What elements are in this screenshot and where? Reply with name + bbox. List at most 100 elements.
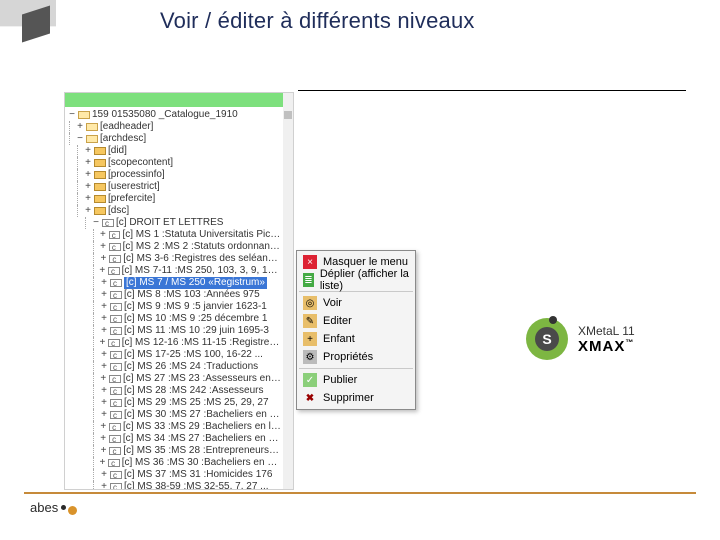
expand-glyph-icon[interactable]: +	[99, 481, 109, 490]
expand-glyph-icon[interactable]: −	[67, 109, 77, 121]
tree-row[interactable]: +[c] MS 3-6 :Registres des seléances	[67, 253, 281, 265]
expand-glyph-icon[interactable]: −	[91, 217, 101, 229]
tree-label: 159 01535080 _Catalogue_1910	[92, 109, 238, 121]
tree-row[interactable]: +[c] MS 8 :MS 103 :Années 975	[67, 289, 281, 301]
c-icon	[109, 423, 121, 431]
expand-glyph-icon[interactable]: +	[99, 397, 109, 409]
expand-glyph-icon[interactable]: +	[99, 469, 109, 481]
expand-glyph-icon[interactable]: +	[99, 301, 109, 313]
tree-row[interactable]: + [eadheader]	[67, 121, 281, 133]
tree-label: [c] MS 2 :MS 2 :Statuts ordonnances	[123, 241, 281, 253]
tree-scrollbar[interactable]	[283, 93, 293, 489]
tree-row[interactable]: +[c] MS 34 :MS 27 :Bacheliers en éco	[67, 433, 281, 445]
expand-glyph-icon[interactable]: +	[98, 457, 108, 469]
folder-icon	[94, 207, 106, 215]
expand-glyph-icon[interactable]: +	[99, 409, 109, 421]
menu-item-props[interactable]: ⚙Propriétés	[299, 348, 413, 366]
expand-glyph-icon[interactable]: +	[83, 205, 93, 217]
c-icon	[110, 327, 122, 335]
expand-glyph-icon[interactable]: +	[98, 433, 108, 445]
menu-item-tree[interactable]: ≣Déplier (afficher la liste)	[299, 271, 413, 289]
menu-item-publish[interactable]: ✓Publier	[299, 371, 413, 389]
menu-label: Masquer le menu	[323, 256, 408, 268]
tree-row[interactable]: +[c] MS 28 :MS 242 :Assesseurs	[67, 385, 281, 397]
tree-row[interactable]: +[c] MS 11 :MS 10 :29 juin 1695-3	[67, 325, 281, 337]
tree-row[interactable]: +[did]	[67, 145, 281, 157]
menu-item-pencil[interactable]: ✎Editer	[299, 312, 413, 330]
tree-row[interactable]: +[c] MS 10 :MS 9 :25 décembre 1	[67, 313, 281, 325]
tree-row[interactable]: +[dsc]	[67, 205, 281, 217]
expand-glyph-icon[interactable]: +	[99, 313, 109, 325]
c-icon	[109, 375, 121, 383]
expand-glyph-icon[interactable]: +	[83, 145, 93, 157]
props-icon: ⚙	[303, 350, 317, 364]
expand-glyph-icon[interactable]: +	[99, 361, 109, 373]
c-icon	[110, 315, 122, 323]
tree-row[interactable]: +[c] MS 30 :MS 27 :Bacheliers en Th	[67, 409, 281, 421]
c-icon	[110, 483, 122, 490]
tree-row[interactable]: +[c] MS 37 :MS 31 :Homicides 176	[67, 469, 281, 481]
tree-row[interactable]: +[c] MS 35 :MS 28 :Entrepreneurs de	[67, 445, 281, 457]
tree-row[interactable]: +[c] MS 7-11 :MS 250, 103, 3, 9, 10 Liv	[67, 265, 281, 277]
tree-row[interactable]: +[userestrict]	[67, 181, 281, 193]
context-menu[interactable]: ×Masquer le menu≣Déplier (afficher la li…	[296, 250, 416, 410]
folder-icon	[94, 183, 106, 191]
expand-glyph-icon[interactable]: +	[98, 229, 108, 241]
expand-glyph-icon[interactable]: +	[99, 349, 109, 361]
expand-glyph-icon[interactable]: +	[75, 121, 85, 133]
expand-glyph-icon[interactable]: +	[83, 169, 93, 181]
expand-glyph-icon[interactable]: +	[99, 325, 109, 337]
tree-label: [c] MS 36 :MS 30 :Bacheliers en Droit	[122, 457, 281, 469]
tree-row[interactable]: + [c] MS 36 :MS 30 :Bacheliers en Droit	[67, 457, 281, 469]
expand-glyph-icon[interactable]: −	[75, 133, 85, 145]
slide-corner-graphic	[0, 0, 56, 44]
expand-glyph-icon[interactable]: +	[99, 253, 109, 265]
tree-row[interactable]: +[c] MS 7 / MS 250 «Registrum»	[67, 277, 281, 289]
tree-row[interactable]: −[c] DROIT ET LETTRES	[67, 217, 281, 229]
tree-row[interactable]: +[c] MS 33 :MS 29 :Bacheliers en litté	[67, 421, 281, 433]
tree-label: [archdesc]	[100, 133, 146, 145]
tree-row[interactable]: − [archdesc]	[67, 133, 281, 145]
tree-row[interactable]: +[c] MS 1 :Statuta Universitatis Pictavi	[67, 229, 281, 241]
tree-row[interactable]: +[scopecontent]	[67, 157, 281, 169]
expand-glyph-icon[interactable]: +	[98, 337, 108, 349]
tree-row[interactable]: +[c] MS 9 :MS 9 :5 janvier 1623-1	[67, 301, 281, 313]
tree-row[interactable]: + [c] MS 26 :MS 24 :Traductions	[67, 361, 281, 373]
tree-label: [c] MS 29 :MS 25 :MS 25, 29, 27	[124, 397, 269, 409]
menu-label: Editer	[323, 315, 352, 327]
tree[interactable]: −159 01535080 _Catalogue_1910+[eadheader…	[67, 109, 281, 489]
menu-label: Enfant	[323, 333, 355, 345]
expand-glyph-icon[interactable]: +	[83, 193, 93, 205]
c-icon	[110, 279, 122, 287]
tree-row[interactable]: +[c] MS 27 :MS 23 :Assesseurs en Cr	[67, 373, 281, 385]
expand-glyph-icon[interactable]: +	[98, 373, 108, 385]
tree-label: [c] MS 26 :MS 24 :Traductions	[124, 361, 258, 373]
menu-item-delete[interactable]: ✖Supprimer	[299, 389, 413, 407]
c-icon	[109, 231, 121, 239]
expand-glyph-icon[interactable]: +	[99, 289, 109, 301]
tree-row[interactable]: +[prefercite]	[67, 193, 281, 205]
expand-glyph-icon[interactable]: +	[98, 241, 108, 253]
expand-glyph-icon[interactable]: +	[99, 385, 109, 397]
expand-glyph-icon[interactable]: +	[99, 277, 109, 289]
expand-glyph-icon[interactable]: +	[98, 421, 108, 433]
tree-label: [c] MS 12-16 :MS 11-15 :Registres de	[122, 337, 281, 349]
c-icon	[110, 291, 122, 299]
tree-label: [processinfo]	[108, 169, 165, 181]
expand-glyph-icon[interactable]: +	[98, 265, 108, 277]
expand-glyph-icon[interactable]: +	[83, 181, 93, 193]
tree-row[interactable]: + [c] MS 12-16 :MS 11-15 :Registres de	[67, 337, 281, 349]
tree-label: [eadheader]	[100, 121, 153, 133]
tree-row[interactable]: + [c] MS 2 :MS 2 :Statuts ordonnances	[67, 241, 281, 253]
tree-row[interactable]: +[c] MS 17-25 :MS 100, 16-22 ...	[67, 349, 281, 361]
menu-item-eye[interactable]: ◎Voir	[299, 294, 413, 312]
tree-row[interactable]: − 159 01535080 _Catalogue_1910	[67, 109, 281, 121]
c-icon	[108, 339, 120, 347]
menu-item-child[interactable]: +Enfant	[299, 330, 413, 348]
expand-glyph-icon[interactable]: +	[83, 157, 93, 169]
expand-glyph-icon[interactable]: +	[99, 445, 109, 457]
slide-title: Voir / éditer à différents niveaux	[160, 8, 475, 34]
tree-row[interactable]: + [processinfo]	[67, 169, 281, 181]
tree-row[interactable]: + [c] MS 29 :MS 25 :MS 25, 29, 27	[67, 397, 281, 409]
tree-row[interactable]: +[c] MS 38-59 :MS 32-55, 7, 27 ...	[67, 481, 281, 490]
